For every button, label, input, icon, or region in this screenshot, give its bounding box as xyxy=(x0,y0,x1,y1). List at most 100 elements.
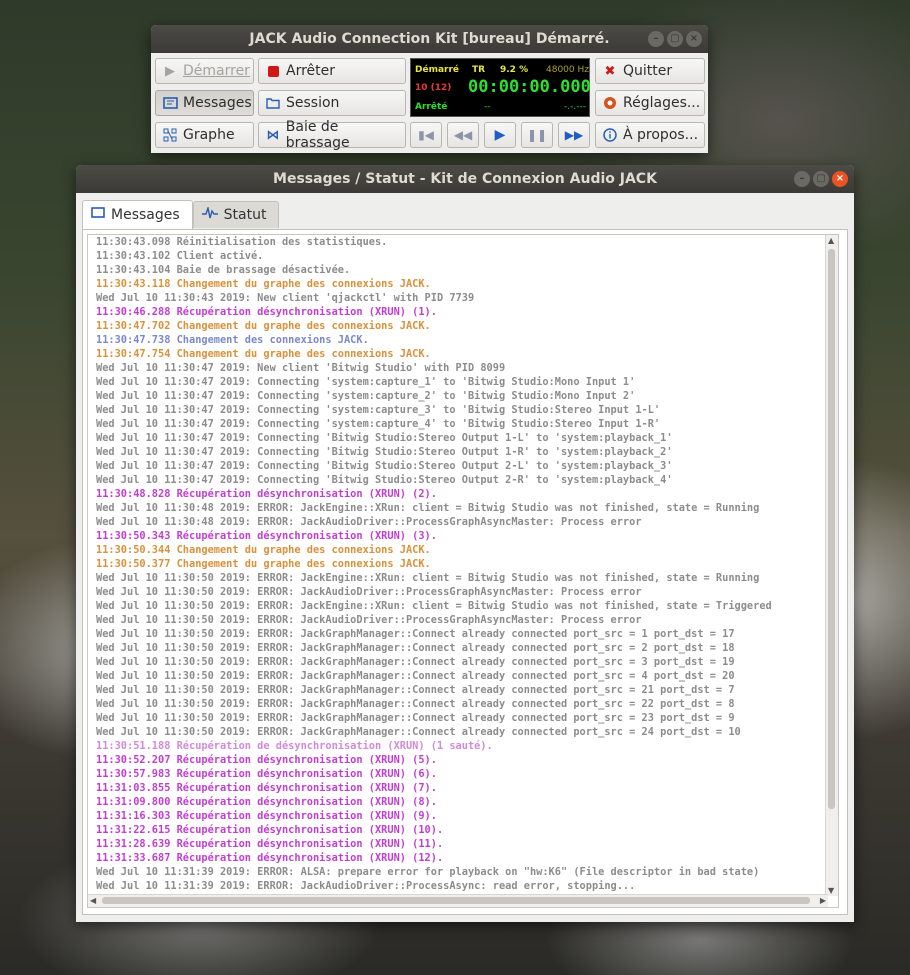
log-line: Wed Jul 10 11:30:50 2019: ERROR: JackEng… xyxy=(96,572,760,584)
log-line: 11:30:48.828 Récupération désynchronisat… xyxy=(96,488,437,500)
play-icon: ▶ xyxy=(494,127,506,143)
scroll-left-icon[interactable]: ◀ xyxy=(90,896,96,905)
log-line: 11:30:46.288 Récupération désynchronisat… xyxy=(96,306,437,318)
scroll-right-icon[interactable]: ▶ xyxy=(820,896,826,905)
jack-titlebar[interactable]: JACK Audio Connection Kit [bureau] Démar… xyxy=(151,25,708,53)
scroll-down-icon[interactable]: ▼ xyxy=(828,886,834,895)
log-line: Wed Jul 10 11:30:47 2019: Connecting 'sy… xyxy=(96,418,661,430)
log-line: 11:30:57.983 Récupération désynchronisat… xyxy=(96,768,437,780)
bpm-readout: -- xyxy=(484,102,491,112)
messages-button[interactable]: Messages xyxy=(155,90,254,116)
log-line: Wed Jul 10 11:30:50 2019: ERROR: JackEng… xyxy=(96,600,772,612)
folder-icon xyxy=(265,95,281,111)
messages-button-label: Messages xyxy=(183,95,252,111)
horizontal-scrollbar[interactable]: ◀ ▶ xyxy=(88,894,828,907)
log-line: 11:30:43.118 Changement du graphe des co… xyxy=(96,278,431,290)
sample-rate: 48000 Hz xyxy=(546,65,589,75)
stop-icon xyxy=(265,63,281,79)
minimize-button[interactable]: – xyxy=(794,171,810,187)
close-button[interactable]: × xyxy=(686,31,702,47)
log-line: Wed Jul 10 11:30:50 2019: ERROR: JackGra… xyxy=(96,670,735,682)
play-button[interactable]: ▶ xyxy=(484,122,516,148)
log-line: 11:31:03.855 Récupération désynchronisat… xyxy=(96,782,437,794)
messages-window-title: Messages / Statut - Kit de Connexion Aud… xyxy=(273,171,657,187)
about-button[interactable]: À propos... xyxy=(595,122,705,148)
log-line: 11:30:47.738 Changement des connexions J… xyxy=(96,334,369,346)
log-line: Wed Jul 10 11:30:50 2019: ERROR: JackGra… xyxy=(96,698,735,710)
tab-status[interactable]: Statut xyxy=(192,201,280,228)
waveform-icon xyxy=(201,205,218,223)
tab-messages[interactable]: Messages xyxy=(82,200,193,229)
log-line: 11:30:50.344 Changement du graphe des co… xyxy=(96,544,431,556)
vertical-scrollbar[interactable]: ▲ ▼ xyxy=(825,235,838,896)
minimize-button[interactable]: – xyxy=(648,31,664,47)
tab-status-label: Statut xyxy=(223,207,267,223)
stop-button-label: Arrêter xyxy=(286,63,336,79)
log-line: 11:30:50.377 Changement du graphe des co… xyxy=(96,558,431,570)
log-line: Wed Jul 10 11:30:47 2019: Connecting 'sy… xyxy=(96,390,636,402)
log-line: Wed Jul 10 11:30:50 2019: ERROR: JackGra… xyxy=(96,712,735,724)
log-line: Wed Jul 10 11:30:50 2019: ERROR: JackGra… xyxy=(96,684,735,696)
stop-button[interactable]: Arrêter xyxy=(258,58,406,84)
messages-window: Messages / Statut - Kit de Connexion Aud… xyxy=(76,165,854,922)
log-line: Wed Jul 10 11:30:47 2019: Connecting 'Bi… xyxy=(96,460,673,472)
play-icon: ▶ xyxy=(165,63,175,79)
rewind-icon: ◀◀ xyxy=(453,128,473,142)
log-line: Wed Jul 10 11:30:47 2019: Connecting 'Bi… xyxy=(96,446,673,458)
vertical-scroll-thumb[interactable] xyxy=(828,249,835,809)
rewind-button[interactable]: ◀◀ xyxy=(447,122,479,148)
server-state: Démarré xyxy=(415,65,460,75)
settings-button[interactable]: Réglages... xyxy=(595,90,705,116)
messages-titlebar[interactable]: Messages / Statut - Kit de Connexion Aud… xyxy=(76,165,854,193)
rewind-start-button[interactable]: ▮◀ xyxy=(410,122,442,148)
graph-button[interactable]: Graphe xyxy=(155,122,254,148)
monitor-icon xyxy=(91,207,105,223)
xrun-count: 10 (12) xyxy=(415,83,452,93)
log-line: Wed Jul 10 11:30:50 2019: ERROR: JackGra… xyxy=(96,656,735,668)
log-line: 11:31:28.639 Récupération désynchronisat… xyxy=(96,838,444,850)
graph-button-label: Graphe xyxy=(183,127,235,143)
log-line: Wed Jul 10 11:31:39 2019: ERROR: ALSA: p… xyxy=(96,866,760,878)
tab-bar: Messages Statut xyxy=(82,200,280,229)
quit-button[interactable]: ✖ Quitter xyxy=(595,58,705,84)
tab-messages-label: Messages xyxy=(111,207,180,223)
log-line: 11:30:43.098 Réinitialisation des statis… xyxy=(96,236,388,248)
start-button[interactable]: ▶ Démarrer xyxy=(155,58,254,84)
log-line: 11:31:22.615 Récupération désynchronisat… xyxy=(96,824,444,836)
horizontal-scroll-thumb[interactable] xyxy=(102,897,810,904)
status-display: Démarré TR 9.2 % 48000 Hz 10 (12) 00:00:… xyxy=(410,58,591,117)
graph-icon xyxy=(162,127,178,143)
transport-mode: TR xyxy=(472,65,486,75)
log-line: Wed Jul 10 11:30:50 2019: ERROR: JackGra… xyxy=(96,642,735,654)
log-line: 11:30:51.188 Récupération de désynchroni… xyxy=(96,740,493,752)
patchbay-button[interactable]: ⋈ Baie de brassage xyxy=(258,119,406,151)
message-log[interactable]: 11:30:43.098 Réinitialisation des statis… xyxy=(87,234,839,908)
messages-icon xyxy=(162,95,178,111)
messages-tab-panel: 11:30:43.098 Réinitialisation des statis… xyxy=(82,229,848,915)
log-line: 11:30:50.343 Récupération désynchronisat… xyxy=(96,530,437,542)
log-line: Wed Jul 10 11:30:47 2019: Connecting 'sy… xyxy=(96,404,661,416)
settings-icon xyxy=(602,95,618,111)
log-line: Wed Jul 10 11:30:47 2019: Connecting 'Bi… xyxy=(96,432,673,444)
session-button[interactable]: Session xyxy=(258,90,406,116)
log-line: Wed Jul 10 11:30:50 2019: ERROR: JackAud… xyxy=(96,586,642,598)
log-line: 11:30:47.702 Changement du graphe des co… xyxy=(96,320,431,332)
maximize-button[interactable]: ▢ xyxy=(813,171,829,187)
log-line: 11:31:09.800 Récupération désynchronisat… xyxy=(96,796,437,808)
log-line: 11:30:52.207 Récupération désynchronisat… xyxy=(96,754,437,766)
close-button[interactable]: × xyxy=(832,171,848,187)
dsp-load: 9.2 % xyxy=(500,65,529,75)
info-icon xyxy=(602,127,618,143)
transport-state: Arrêté xyxy=(415,102,448,112)
maximize-button[interactable]: ▢ xyxy=(667,31,683,47)
log-line: 11:31:16.303 Récupération désynchronisat… xyxy=(96,810,437,822)
jack-main-window: JACK Audio Connection Kit [bureau] Démar… xyxy=(151,25,708,153)
log-line: Wed Jul 10 11:30:47 2019: Connecting 'Bi… xyxy=(96,474,673,486)
session-button-label: Session xyxy=(286,95,340,111)
fast-forward-button[interactable]: ▶▶ xyxy=(558,122,590,148)
scroll-up-icon[interactable]: ▲ xyxy=(828,236,834,245)
log-line: Wed Jul 10 11:30:50 2019: ERROR: JackAud… xyxy=(96,614,642,626)
fast-forward-icon: ▶▶ xyxy=(564,128,584,142)
pause-button[interactable]: ❚❚ xyxy=(521,122,553,148)
log-text: 11:30:43.098 Réinitialisation des statis… xyxy=(96,235,831,893)
